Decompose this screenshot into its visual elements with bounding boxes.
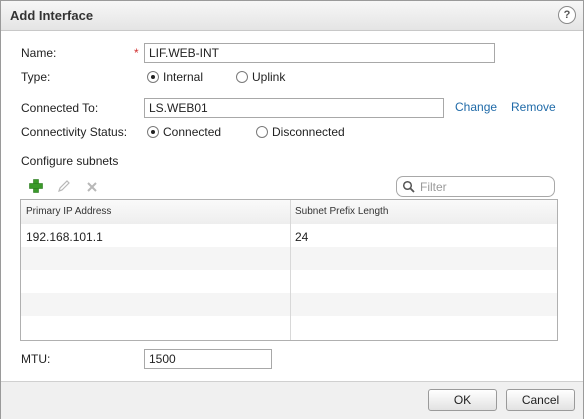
radio-selected-dot [151,130,155,134]
mtu-label: MTU: [21,352,51,366]
cell-primary-ip: 192.168.101.1 [26,230,103,244]
name-input[interactable]: LIF.WEB-INT [144,43,495,63]
cell-subnet-prefix: 24 [295,230,309,244]
connected-to-label: Connected To: [21,101,99,115]
remove-link[interactable]: Remove [511,100,556,114]
table-row[interactable]: 192.168.101.1 24 [21,224,557,247]
column-divider [290,200,291,340]
table-header: Primary IP Address Subnet Prefix Length [21,200,557,225]
mtu-input[interactable]: 1500 [144,349,272,369]
filter-input[interactable]: Filter [396,176,555,197]
change-link[interactable]: Change [455,100,497,114]
ok-button[interactable]: OK [428,389,497,411]
connectivity-disconnected-radio[interactable] [256,126,268,138]
help-icon[interactable]: ? [558,6,576,24]
empty-row [21,247,557,270]
type-label: Type: [21,70,51,84]
search-icon [402,180,415,193]
required-marker: * [134,46,139,60]
dialog-title: Add Interface [10,8,94,23]
filter-placeholder: Filter [420,180,447,194]
connectivity-connected-label: Connected [163,125,222,139]
connectivity-status-label: Connectivity Status: [21,125,128,139]
dialog-footer: OK Cancel [1,381,583,419]
dialog-titlebar: Add Interface ? [1,1,583,31]
configure-subnets-label: Configure subnets [21,154,119,168]
subnets-table: Primary IP Address Subnet Prefix Length … [20,199,558,341]
connected-to-field: LS.WEB01 [144,98,444,118]
add-icon[interactable] [28,178,44,194]
empty-row [21,293,557,316]
empty-row [21,270,557,293]
edit-icon[interactable] [56,178,72,194]
cancel-button[interactable]: Cancel [506,389,575,411]
radio-selected-dot [151,75,155,79]
column-header-subnet-prefix[interactable]: Subnet Prefix Length [295,206,388,217]
connectivity-connected-radio[interactable] [147,126,159,138]
empty-row [21,316,557,339]
connectivity-disconnected-label: Disconnected [272,125,345,139]
type-internal-label: Internal [163,70,204,84]
column-header-primary-ip[interactable]: Primary IP Address [26,206,111,217]
type-internal-radio[interactable] [147,71,159,83]
type-uplink-label: Uplink [252,70,286,84]
type-uplink-radio[interactable] [236,71,248,83]
name-label: Name: [21,46,57,60]
delete-icon[interactable] [84,179,100,195]
add-interface-dialog: Add Interface ? Name: * LIF.WEB-INT Type… [0,0,584,419]
